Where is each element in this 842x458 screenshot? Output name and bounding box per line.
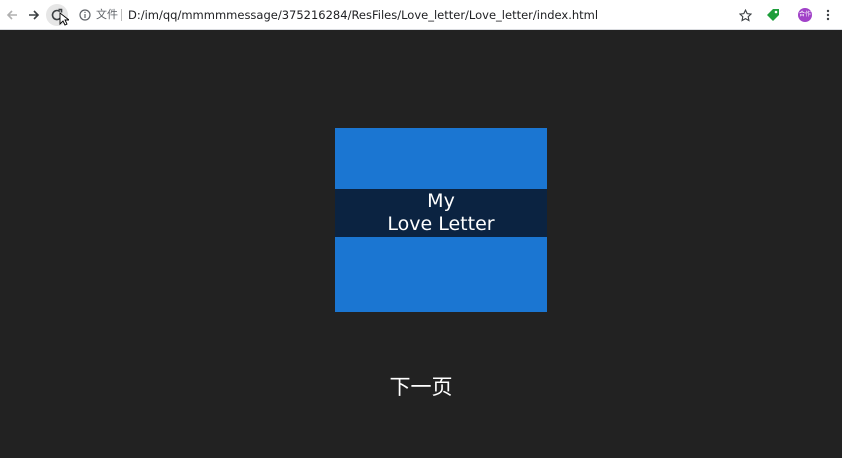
arrow-left-icon [5,8,19,22]
url-divider [121,9,122,21]
forward-button[interactable] [23,4,45,26]
tag-icon[interactable] [764,6,782,24]
browser-toolbar: 文件 D:/im/qq/mmmmmessage/375216284/ResFil… [0,0,842,30]
page-content: My Love Letter 下一页 [0,30,842,458]
cover-title-line-2: Love Letter [387,213,495,235]
love-letter-cover: My Love Letter [335,128,547,312]
star-icon[interactable] [736,6,754,24]
back-button[interactable] [1,4,23,26]
address-bar[interactable]: D:/im/qq/mmmmmessage/375216284/ResFiles/… [128,7,598,23]
more-vertical-icon[interactable] [819,6,837,24]
next-page-button[interactable]: 下一页 [0,373,842,401]
cover-title-line-1: My [427,190,455,212]
arrow-right-icon [27,8,41,22]
info-icon[interactable] [78,8,92,22]
security-label[interactable]: 文件 [96,7,118,23]
mouse-cursor-icon [59,11,71,30]
avatar[interactable]: 合作 [798,8,812,22]
cover-title-band: My Love Letter [335,189,547,237]
